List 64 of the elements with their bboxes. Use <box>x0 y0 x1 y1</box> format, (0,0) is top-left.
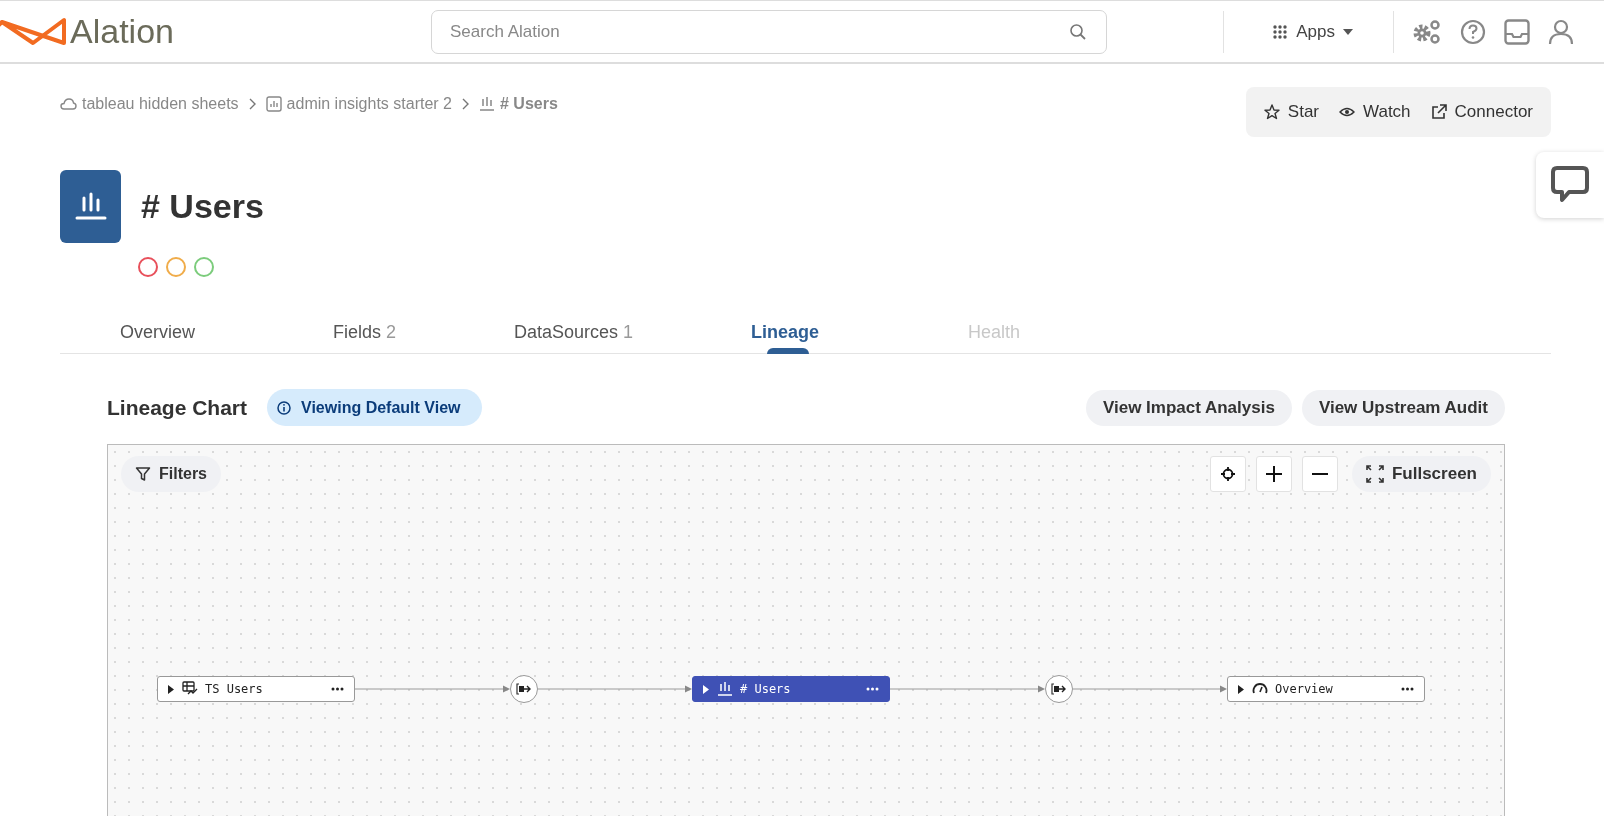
view-button[interactable]: View Impact Analysis <box>1085 389 1292 426</box>
filter-icon <box>135 466 151 482</box>
tab[interactable]: Lineage <box>751 311 968 353</box>
zoom-in-button[interactable] <box>1255 456 1292 492</box>
bar-chart-icon <box>479 96 495 112</box>
view-badge: Viewing Default View <box>267 389 483 426</box>
more-icon <box>1401 687 1414 691</box>
connector-button[interactable]: Connector <box>1430 102 1533 122</box>
external-link-icon <box>1430 104 1447 120</box>
lineage-node[interactable]: # Users <box>692 676 890 702</box>
chart-icon <box>265 96 282 112</box>
node-label: # Users <box>740 682 791 696</box>
tab[interactable]: Fields 2 <box>333 311 514 353</box>
table-chart-icon <box>182 681 198 697</box>
lineage-node[interactable]: TS Users <box>157 676 355 702</box>
section-heading: Lineage Chart <box>107 395 248 420</box>
expand-icon <box>1365 465 1384 483</box>
filters-button[interactable]: Filters <box>121 456 221 492</box>
user-icon[interactable] <box>1548 18 1574 45</box>
more-icon <box>866 687 879 691</box>
tab[interactable]: Overview <box>120 311 333 353</box>
recenter-button[interactable] <box>1209 456 1246 492</box>
transform-icon <box>516 682 532 696</box>
breadcrumb-link[interactable]: admin insights starter 2 <box>265 95 452 113</box>
caret-icon <box>1343 28 1353 35</box>
tab[interactable]: DataSources 1 <box>514 311 751 353</box>
page-title: # Users <box>141 187 264 226</box>
caret-icon[interactable] <box>703 684 710 694</box>
transform-icon <box>1051 682 1067 696</box>
node-label: Overview <box>1275 682 1333 696</box>
plus-icon <box>1264 465 1283 483</box>
sheet-icon <box>60 170 121 243</box>
fullscreen-button[interactable]: Fullscreen <box>1351 456 1491 492</box>
chevron-icon <box>247 98 257 110</box>
transform-node[interactable] <box>1045 675 1073 703</box>
logo-text[interactable]: Alation <box>70 12 174 51</box>
bar-chart-icon <box>717 681 733 697</box>
grid-icon <box>1272 23 1289 40</box>
search-field[interactable]: Search Alation <box>431 9 1107 54</box>
more-icon <box>331 687 344 691</box>
apps-menu[interactable]: Apps <box>1242 21 1375 42</box>
breadcrumb-link[interactable]: # Users <box>479 95 558 113</box>
tab-indicator <box>767 348 809 354</box>
chat-button[interactable] <box>1536 152 1604 218</box>
gear-icon[interactable] <box>1412 18 1442 45</box>
node-label: TS Users <box>205 682 263 696</box>
transform-node[interactable] <box>510 675 538 703</box>
minus-icon <box>1310 473 1329 475</box>
star-icon <box>1263 104 1280 120</box>
crosshair-icon <box>1219 466 1236 482</box>
lineage-node[interactable]: Overview <box>1227 676 1425 702</box>
zoom-out-button[interactable] <box>1301 456 1338 492</box>
chevron-icon <box>461 98 470 110</box>
search-icon <box>1069 22 1087 41</box>
caret-icon[interactable] <box>1238 684 1245 694</box>
star-button[interactable]: Star <box>1263 102 1319 122</box>
inbox-icon[interactable] <box>1504 18 1530 45</box>
help-icon[interactable] <box>1460 18 1486 45</box>
watch-button[interactable]: Watch <box>1339 102 1411 122</box>
cloud-icon <box>60 97 77 111</box>
view-button[interactable]: View Upstream Audit <box>1301 389 1505 426</box>
breadcrumb-link[interactable]: tableau hidden sheets <box>60 95 239 113</box>
caret-icon[interactable] <box>168 684 175 694</box>
info-icon <box>277 400 292 415</box>
